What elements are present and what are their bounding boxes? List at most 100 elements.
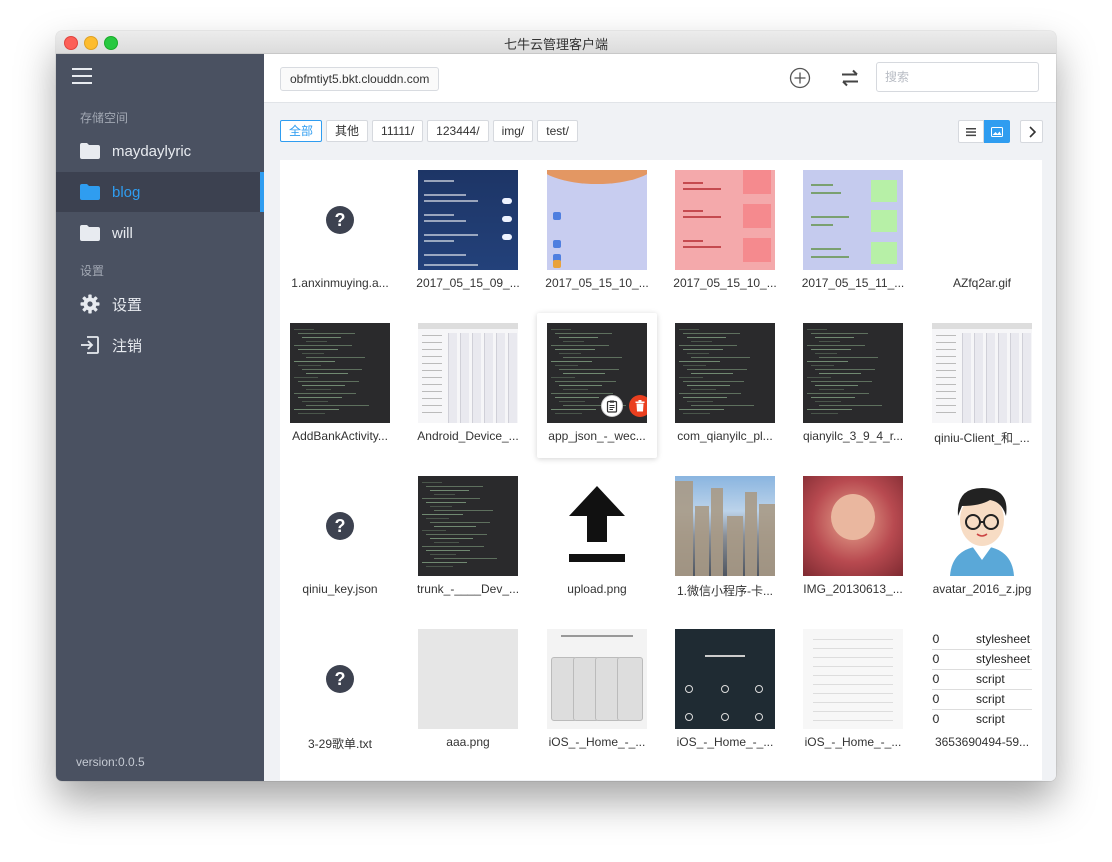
thumbnail-detail	[424, 264, 478, 266]
thumbnail-detail	[434, 494, 455, 495]
thumbnail-detail	[675, 481, 693, 576]
file-tile[interactable]: trunk_-____Dev_...	[408, 466, 528, 611]
file-tile[interactable]: ? 3-29歌单.txt	[280, 619, 400, 764]
file-tile[interactable]: Android_Device_...	[408, 313, 528, 458]
thumbnail-detail	[434, 558, 497, 559]
thumbnail-detail	[819, 389, 844, 390]
thumbnail-detail	[306, 405, 369, 406]
thumbnail-detail	[422, 335, 442, 336]
sidebar-item-maydaylyric[interactable]: maydaylyric	[56, 131, 264, 171]
file-tile[interactable]: qiniu-Client_和_...	[922, 313, 1042, 458]
file-tile[interactable]: AddBankActivity...	[280, 313, 400, 458]
file-tile[interactable]: qianyilc_3_9_4_r...	[793, 313, 913, 458]
thumbnail-detail	[422, 412, 442, 413]
thumbnail-detail	[936, 342, 956, 343]
file-tile[interactable]: 2017_05_15_09_...	[408, 160, 528, 305]
thumbnail-detail	[306, 373, 348, 374]
file-tile[interactable]: iOS_-_Home_-_...	[665, 619, 785, 764]
row-number: 00	[932, 652, 940, 666]
thumbnail-detail	[430, 506, 452, 507]
file-tile[interactable]: aaa.png	[408, 619, 528, 764]
file-tile[interactable]: iOS_-_Home_-_...	[793, 619, 913, 764]
file-thumbnail	[547, 476, 647, 576]
thumbnail-detail	[559, 369, 619, 370]
thumbnail-detail	[759, 504, 775, 576]
thumbnail-detail	[691, 357, 750, 358]
file-name: qiniu_key.json	[302, 582, 378, 596]
filter-chip-other[interactable]: 其他	[326, 120, 369, 142]
search-input[interactable]	[876, 62, 1039, 92]
sidebar-item-settings[interactable]: 设置	[56, 284, 264, 324]
sidebar-item-blog[interactable]: blog	[56, 172, 264, 212]
file-tile[interactable]: 2017_05_15_10_...	[537, 160, 657, 305]
hamburger-menu-icon[interactable]	[72, 68, 92, 84]
thumbnail-detail	[434, 526, 476, 527]
top-toolbar: obfmtiyt5.bkt.clouddn.com	[264, 54, 1056, 103]
next-page-button[interactable]	[1020, 120, 1043, 143]
file-tile[interactable]: ? qiniu_key.json	[280, 466, 400, 611]
file-name: 1.微信小程序-卡...	[676, 584, 773, 598]
thumbnail-detail	[434, 510, 493, 511]
thumbnail-detail	[302, 385, 345, 386]
filter-chip-test[interactable]: test/	[537, 120, 578, 142]
thumbnail-detail	[679, 409, 724, 410]
app-window: 七牛云管理客户端 存储空间 maydaylyric blog will 设置 设…	[56, 31, 1056, 781]
file-thumbnail	[675, 476, 775, 576]
thumbnail-detail	[755, 713, 763, 721]
copy-link-icon[interactable]	[601, 395, 623, 417]
file-name: AddBankActivity...	[292, 429, 388, 443]
thumbnail-detail	[555, 333, 612, 334]
thumbnail-detail	[422, 384, 442, 385]
thumbnail-detail	[721, 685, 729, 693]
file-tile[interactable]: IMG_20130613_...	[793, 466, 913, 611]
window-title: 七牛云管理客户端	[503, 37, 608, 52]
thumbnail-detail	[553, 260, 561, 268]
thumbnail-detail	[685, 685, 693, 693]
thumbnail-detail	[695, 506, 709, 576]
thumbnail-detail	[936, 377, 956, 378]
thumbnail-detail	[448, 333, 457, 423]
file-tile[interactable]: AZfq2ar.gif	[922, 160, 1042, 305]
file-tile[interactable]: 2017_05_15_11_...	[793, 160, 913, 305]
file-tile[interactable]: upload.png	[537, 466, 657, 611]
thumbnail-detail	[745, 492, 757, 576]
thumbnail-detail	[807, 329, 827, 330]
filter-chip-all[interactable]: 全部	[280, 120, 323, 142]
thumbnail-detail	[551, 345, 609, 346]
thumbnail-detail	[811, 397, 855, 398]
file-tile[interactable]: 2017_05_15_10_...	[665, 160, 785, 305]
list-view-button[interactable]	[958, 120, 984, 143]
file-tile[interactable]: 00 stylesheet 00 stylesheet 00 script 00 script…	[922, 619, 1042, 764]
question-mark-icon: ?	[326, 512, 354, 540]
file-tile[interactable]: avatar_2016_z.jpg	[922, 466, 1042, 611]
logout-icon	[80, 336, 100, 354]
thumbnail-detail	[871, 210, 897, 232]
thumbnail-detail	[422, 482, 442, 483]
thumbnail-detail	[936, 370, 956, 371]
trash-icon[interactable]	[629, 395, 647, 417]
file-thumbnail: 00 stylesheet 00 stylesheet 00 script 00 script…	[932, 629, 1032, 729]
thumbnail-detail	[936, 356, 956, 357]
sidebar-item-will[interactable]: will	[56, 213, 264, 253]
filter-chip-img[interactable]: img/	[492, 120, 534, 142]
sidebar-item-logout[interactable]: 注销	[56, 325, 264, 365]
file-tile[interactable]: com_qianyilc_pl...	[665, 313, 785, 458]
thumbnail-detail	[306, 341, 327, 342]
filter-chip-11111[interactable]: 11111/	[372, 120, 424, 142]
filter-chip-123444[interactable]: 123444/	[427, 120, 489, 142]
file-tile[interactable]: ? 1.anxinmuying.a...	[280, 160, 400, 305]
transfer-icon[interactable]	[838, 66, 862, 90]
thumbnail-detail	[551, 377, 575, 378]
file-tile[interactable]: 1.微信小程序-卡...	[665, 466, 785, 611]
row-number: 00	[932, 672, 940, 686]
thumbnail-detail	[426, 550, 470, 551]
thumbnail-detail	[683, 365, 706, 366]
bucket-domain-button[interactable]: obfmtiyt5.bkt.clouddn.com	[280, 67, 440, 91]
file-thumbnail	[803, 476, 903, 576]
add-circle-icon[interactable]	[788, 66, 812, 90]
thumbnail-detail	[743, 170, 771, 194]
file-tile[interactable]: iOS_-_Home_-_...	[537, 619, 657, 764]
grid-view-button[interactable]	[984, 120, 1010, 143]
table-row: 00 script	[932, 709, 1032, 729]
file-tile[interactable]: app_json_-_wec...	[537, 313, 657, 458]
